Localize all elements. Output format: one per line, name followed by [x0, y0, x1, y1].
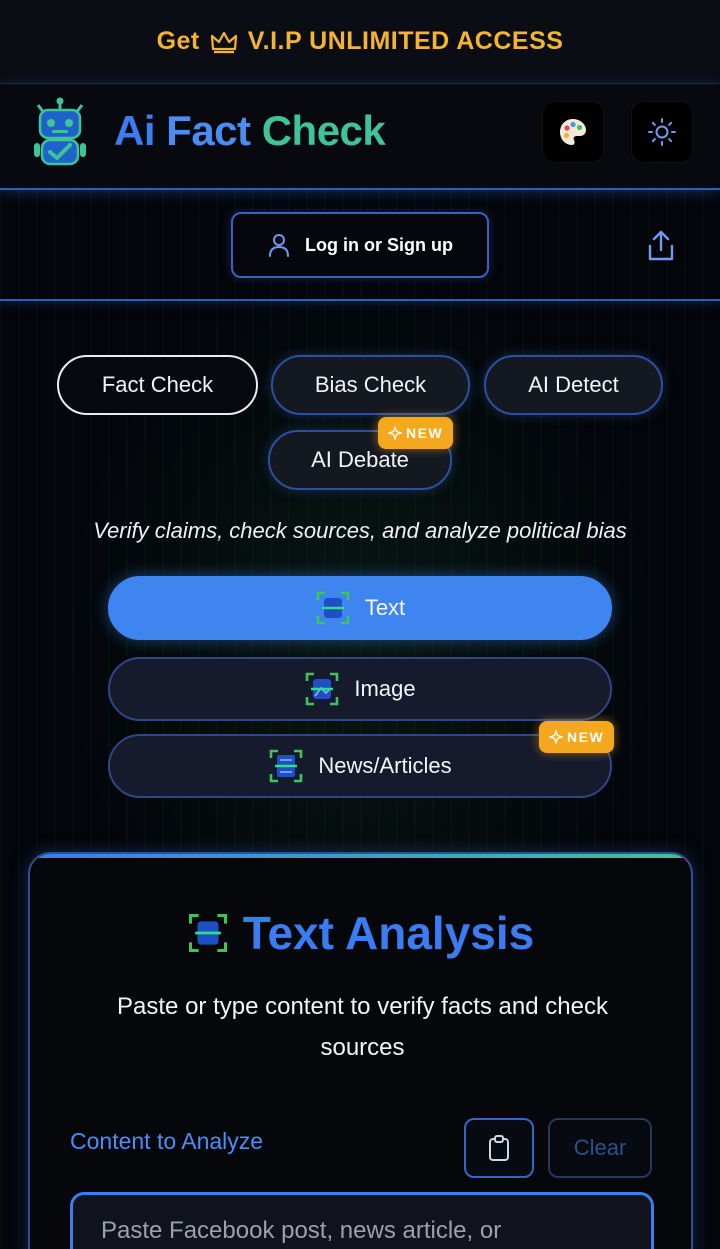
vip-banner[interactable]: Get V.I.P UNLIMITED ACCESS [0, 0, 720, 84]
clipboard-icon [489, 1135, 509, 1161]
app-title-fact: Fact [166, 107, 262, 154]
text-scan-icon [316, 591, 350, 625]
new-badge: NEW [378, 417, 454, 449]
card-title: Text Analysis [30, 906, 691, 960]
tab-ai-debate-label: AI Debate [311, 447, 409, 472]
tab-fact-check-label: Fact Check [101, 372, 214, 397]
content-textarea[interactable] [70, 1192, 654, 1249]
app-title-ai: Ai [114, 107, 167, 154]
tab-ai-detect-label: AI Detect [528, 372, 619, 397]
text-scan-icon [188, 913, 227, 953]
app-header: Ai Fact Check [0, 85, 720, 190]
new-badge-news: NEW [539, 721, 615, 753]
sparkle-icon [388, 426, 402, 440]
vip-label: V.I.P UNLIMITED ACCESS [247, 27, 564, 55]
paste-button[interactable] [464, 1118, 534, 1178]
input-type-text-label: Text [364, 595, 406, 620]
share-icon[interactable] [645, 229, 677, 263]
user-icon [269, 234, 289, 257]
palette-icon [560, 119, 586, 145]
input-type-image-label: Image [354, 676, 416, 701]
sparkle-icon [549, 730, 563, 744]
text-analysis-card: Text Analysis Paste or type content to v… [28, 852, 693, 1249]
tab-bias-check-label: Bias Check [314, 372, 427, 397]
new-badge-label: NEW [406, 425, 444, 441]
card-accent-line [30, 854, 691, 858]
login-label: Log in or Sign up [305, 234, 453, 255]
theme-toggle-button[interactable] [631, 101, 693, 163]
news-scan-icon [270, 749, 303, 783]
auth-bar: Log in or Sign up [0, 191, 720, 301]
input-type-image-button[interactable]: Image [108, 657, 612, 721]
crown-icon [210, 31, 237, 53]
new-badge-news-label: NEW [567, 729, 605, 745]
input-type-news-label: News/Articles [318, 753, 452, 778]
clear-button[interactable]: Clear [548, 1118, 652, 1178]
app-title: Ai Fact Check [114, 107, 386, 155]
app-title-check: Check [261, 107, 386, 154]
content-label: Content to Analyze [70, 1128, 264, 1154]
tab-ai-detect[interactable]: AI Detect [484, 355, 663, 415]
input-type-text-button[interactable]: Text [108, 576, 612, 640]
tab-fact-check[interactable]: Fact Check [57, 355, 258, 415]
tab-bias-check[interactable]: Bias Check [271, 355, 470, 415]
vip-prefix: Get [156, 27, 200, 55]
input-type-news-button[interactable]: News/Articles [108, 734, 612, 798]
robot-logo-icon [34, 97, 86, 166]
card-subtitle: Paste or type content to verify facts an… [117, 993, 608, 1061]
tagline: Verify claims, check sources, and analyz… [93, 518, 627, 543]
login-signup-button[interactable]: Log in or Sign up [231, 212, 489, 278]
card-title-text: Text Analysis [242, 907, 535, 959]
sun-icon [648, 118, 676, 146]
palette-button[interactable] [542, 101, 604, 163]
image-scan-icon [306, 672, 339, 706]
